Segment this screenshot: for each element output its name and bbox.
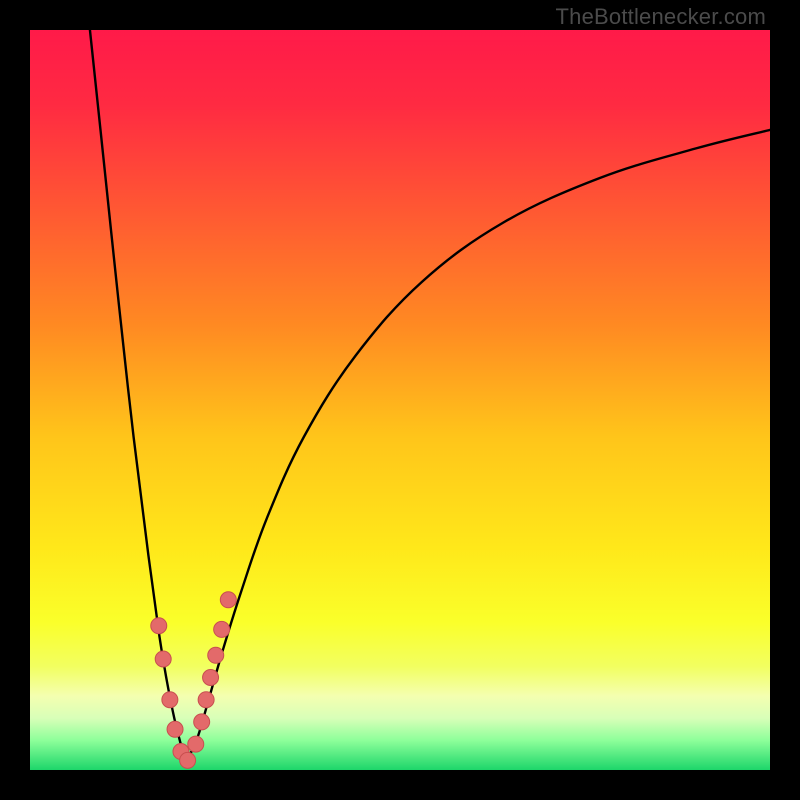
curve-left-branch	[90, 30, 185, 763]
marker-dot	[155, 651, 171, 667]
marker-dot	[180, 752, 196, 768]
chart-frame: TheBottlenecker.com	[0, 0, 800, 800]
marker-dot	[151, 618, 167, 634]
marker-dot	[203, 670, 219, 686]
bottleneck-curve	[30, 30, 770, 770]
curve-right-branch	[185, 130, 770, 763]
marker-dot	[198, 692, 214, 708]
marker-dot	[188, 736, 204, 752]
marker-dot	[162, 692, 178, 708]
watermark-text: TheBottlenecker.com	[556, 4, 766, 30]
marker-dot	[194, 714, 210, 730]
marker-dot	[208, 647, 224, 663]
optimal-region-markers	[151, 592, 237, 769]
marker-dot	[167, 721, 183, 737]
plot-area	[30, 30, 770, 770]
marker-dot	[220, 592, 236, 608]
marker-dot	[214, 621, 230, 637]
